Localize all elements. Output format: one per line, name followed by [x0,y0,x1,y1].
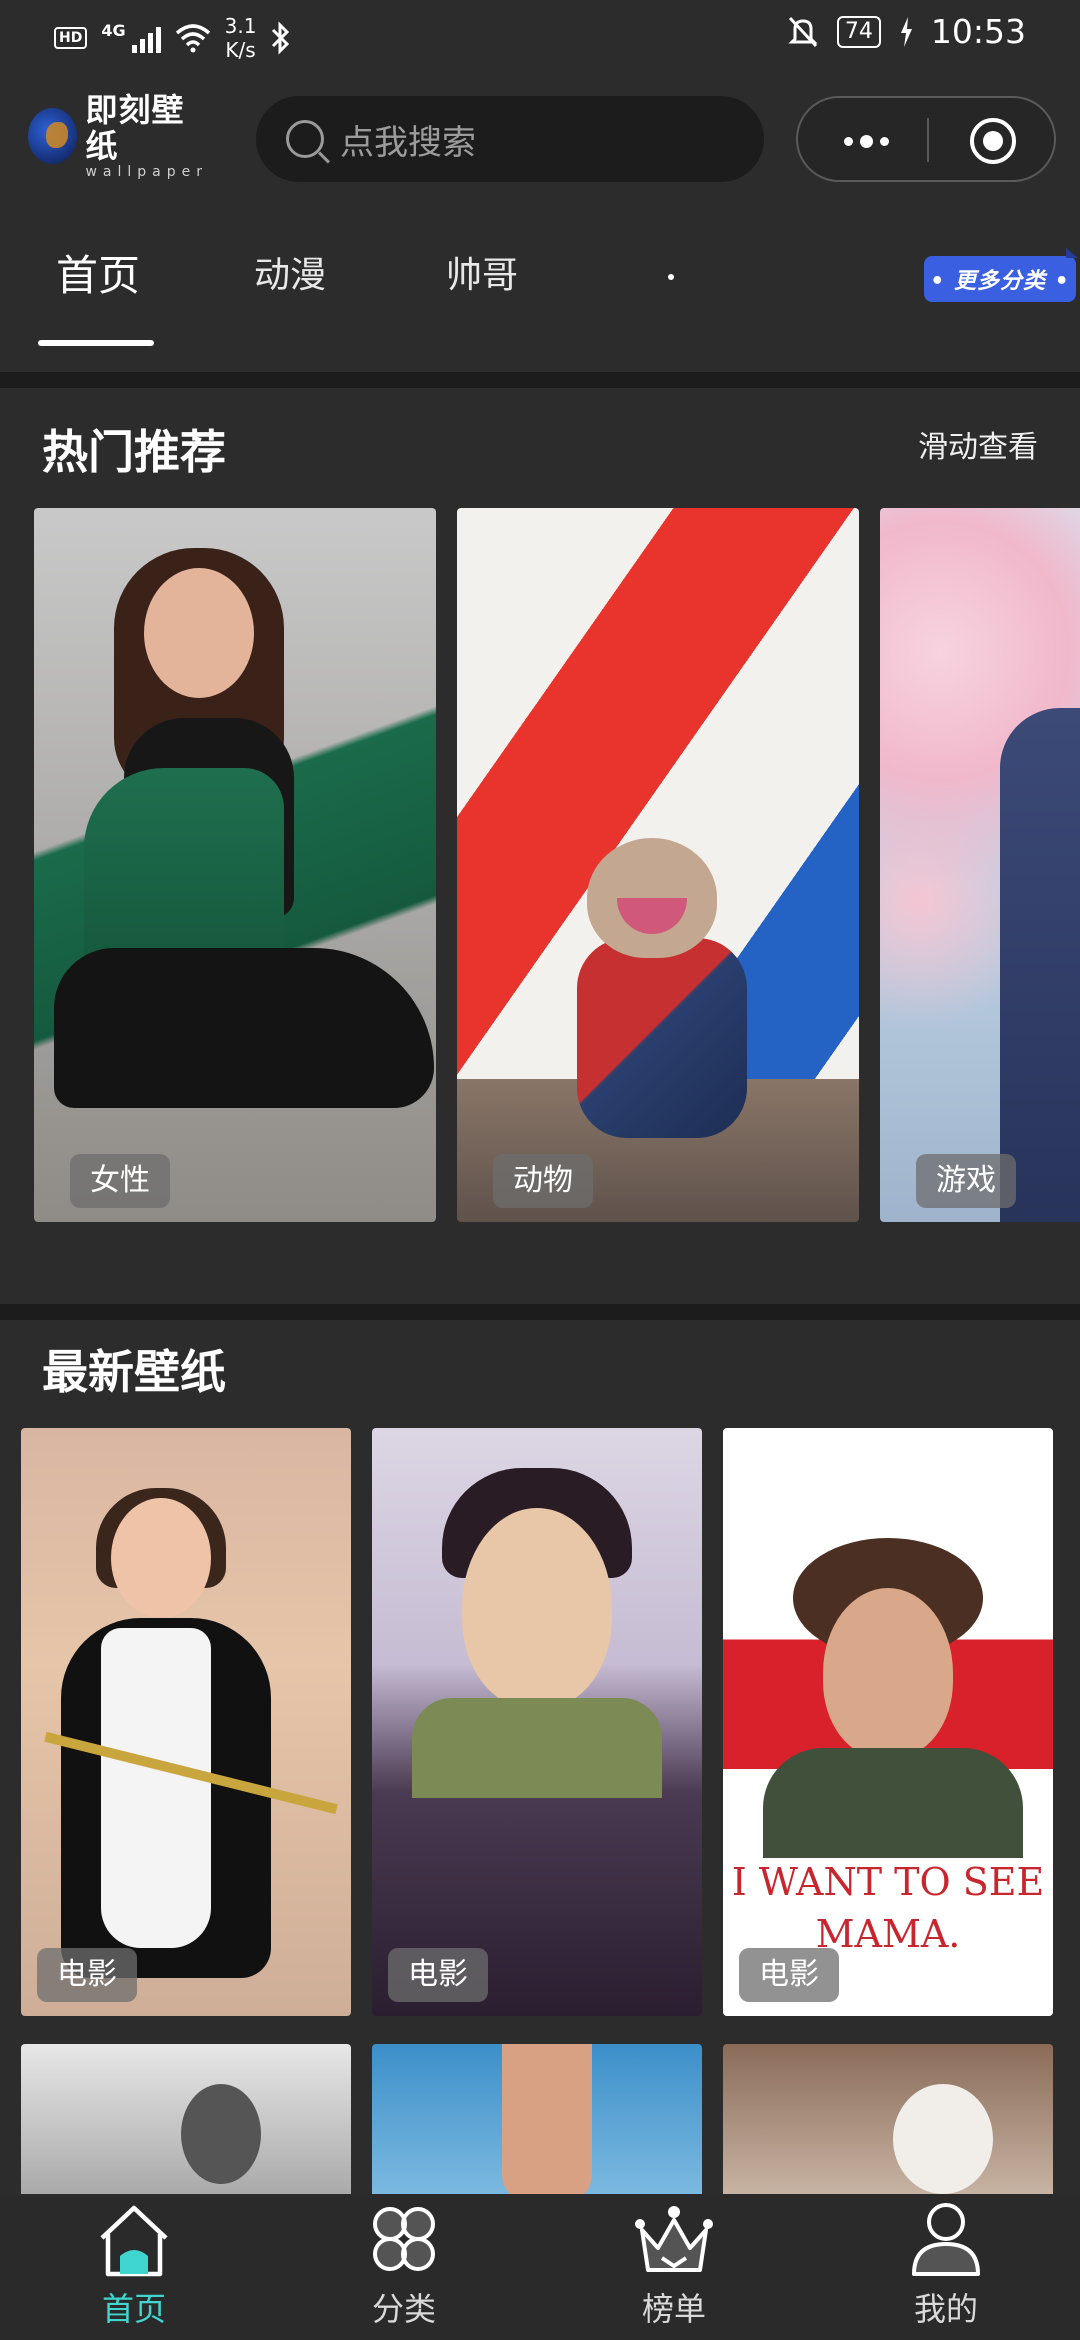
nav-category[interactable]: 分类 [304,2194,504,2340]
poster-line-1: I WANT TO SEE [731,1860,1045,1904]
home-icon-svg [100,2205,168,2277]
hd-badge: HD [54,27,88,49]
app-header: 即刻壁纸 wallpaper 点我搜索 [0,74,1080,204]
profile-icon [846,2194,1046,2284]
signal-icon [131,23,161,53]
status-right: 74 10:53 [787,12,1026,51]
nav-ranking-label: 榜单 [641,2290,706,2328]
search-input[interactable]: 点我搜索 [256,96,764,182]
wallpaper-art [54,948,434,1108]
status-bar: HD 4G 3.1 K/s 74 10:53 [0,0,1080,74]
card-tag: 电影 [388,1948,488,2002]
card-tag: 游戏 [916,1154,1016,1208]
nav-ranking[interactable]: 榜单 [574,2194,774,2340]
tab-overflow-dot [668,274,674,280]
wallpaper-art [577,938,747,1138]
close-miniprogram-icon[interactable] [970,118,1016,164]
more-options-icon[interactable] [836,126,896,156]
tab-anime[interactable]: 动漫 [254,246,326,298]
card-tag: 电影 [739,1948,839,2002]
hot-section-title: 热门推荐 [42,425,226,479]
crown-icon [574,2194,774,2284]
wifi-icon [175,24,210,53]
nav-home-label: 首页 [101,2290,166,2328]
clock: 10:53 [930,12,1026,51]
nav-category-label: 分类 [371,2290,436,2328]
bottom-nav: 首页 分类 榜单 我的 [0,2194,1080,2340]
latest-card-3[interactable]: I WANT TO SEE MAMA. 电影 [723,1428,1053,2016]
logo-subtitle: wallpaper [85,164,208,180]
wallpaper-art [763,1748,1023,1858]
hot-card-game[interactable]: 游戏 [880,508,1080,1222]
active-tab-indicator [38,340,154,346]
poster-text: I WANT TO SEE MAMA. [723,1856,1053,1960]
search-placeholder: 点我搜索 [340,122,476,163]
section-divider [0,372,1080,388]
wallpaper-art [412,1698,662,1798]
more-categories-button[interactable]: • 更多分类 • [924,256,1076,302]
wallpaper-art [893,2084,993,2194]
poster-line-2: MAMA. [815,1912,961,1956]
wallpaper-art [181,2084,261,2184]
section-divider [0,1304,1080,1320]
miniprogram-capsule [796,96,1056,182]
latest-card-2[interactable]: 电影 [372,1428,702,2016]
speed-unit: K/s [225,38,256,62]
latest-card-5[interactable] [372,2044,702,2194]
profile-icon-svg [912,2203,980,2276]
latest-section-title: 最新壁纸 [42,1345,226,1399]
latest-card-4[interactable] [21,2044,351,2194]
charging-icon [900,16,912,47]
battery-level: 74 [836,15,881,48]
network-speed: 3.1 K/s [225,14,257,62]
hot-card-female[interactable]: 女性 [34,508,436,1222]
category-icon [304,2194,504,2284]
capsule-divider [927,118,929,162]
card-tag: 女性 [70,1154,170,1208]
wallpaper-art [502,2044,592,2194]
category-icon-svg [373,2207,435,2271]
nav-home[interactable]: 首页 [34,2194,234,2340]
search-icon [286,120,324,158]
wallpaper-art [823,1588,953,1758]
bell-mute-icon [788,16,818,47]
app-logo[interactable]: 即刻壁纸 wallpaper [28,92,208,180]
tab-handsome[interactable]: 帅哥 [446,246,518,298]
nav-profile-label: 我的 [913,2290,978,2328]
tab-home[interactable]: 首页 [56,242,140,303]
speed-value: 3.1 [224,14,257,38]
bluetooth-icon [272,21,290,55]
nav-profile[interactable]: 我的 [846,2194,1046,2340]
wallpaper-art [144,568,254,698]
crown-icon-svg [635,2206,713,2272]
network-type: 4G [101,20,126,40]
wallpaper-art [101,1628,211,1948]
logo-mark-icon [28,108,78,164]
category-tabs: 首页 动漫 帅哥 • 更多分类 • [0,204,1080,372]
swipe-to-view-link[interactable]: 滑动查看 [918,422,1038,466]
status-left: HD 4G 3.1 K/s [54,14,292,62]
wallpaper-art [462,1508,612,1708]
home-icon [34,2194,234,2284]
hot-card-animal[interactable]: 动物 [457,508,859,1222]
card-tag: 动物 [493,1154,593,1208]
logo-title: 即刻壁纸 [85,91,185,165]
card-tag: 电影 [37,1948,137,2002]
latest-card-1[interactable]: 电影 [21,1428,351,2016]
logo-text: 即刻壁纸 wallpaper [85,92,208,180]
wallpaper-art [1000,708,1080,1222]
latest-card-6[interactable] [723,2044,1053,2194]
wallpaper-art [111,1498,211,1618]
